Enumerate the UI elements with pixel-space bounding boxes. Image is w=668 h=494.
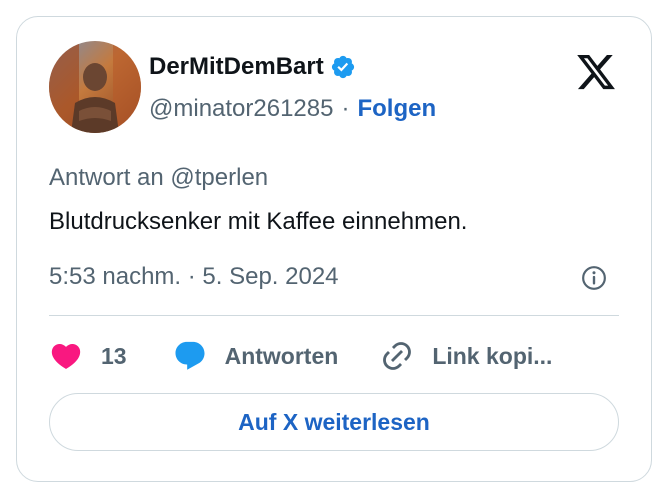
x-logo-icon[interactable] (575, 51, 617, 93)
chat-bubble-icon (175, 341, 205, 370)
author-handle-row: @minator261285 · Folgen (149, 95, 436, 123)
like-button[interactable]: 13 (49, 339, 173, 373)
read-more-button[interactable]: Auf X weiterlesen (49, 393, 619, 451)
tweet-text: Blutdrucksenker mit Kaffee einnehmen. (49, 208, 468, 235)
like-count: 13 (101, 342, 127, 369)
avatar[interactable] (49, 41, 141, 133)
read-more-label: Auf X weiterlesen (238, 408, 430, 435)
author-display-name[interactable]: DerMitDemBart (149, 53, 324, 81)
author-handle[interactable]: @minator261285 (149, 95, 333, 123)
tweet-timestamp[interactable]: 5:53 nachm. · 5. Sep. 2024 (49, 263, 339, 291)
heart-icon (51, 343, 81, 369)
author-name[interactable]: DerMitDemBart (149, 53, 356, 81)
reply-label: Antworten (224, 342, 339, 369)
reply-to-text[interactable]: Antwort an @tperlen (49, 164, 268, 192)
link-icon (383, 342, 412, 370)
info-icon[interactable] (581, 265, 607, 291)
verified-badge-icon (331, 55, 354, 79)
tweet-embed-card: DerMitDemBart @minator261285 · Folgen An… (16, 16, 652, 482)
copy-link-label: Link kopi... (432, 342, 553, 369)
divider (49, 315, 619, 316)
separator-dot: · (341, 95, 350, 122)
follow-button[interactable]: Folgen (357, 95, 436, 123)
reply-button[interactable]: Antworten (173, 339, 339, 373)
copy-link-button[interactable]: Link kopi... (380, 339, 552, 373)
action-bar: 13 Antworten Link kopi... (49, 336, 552, 376)
